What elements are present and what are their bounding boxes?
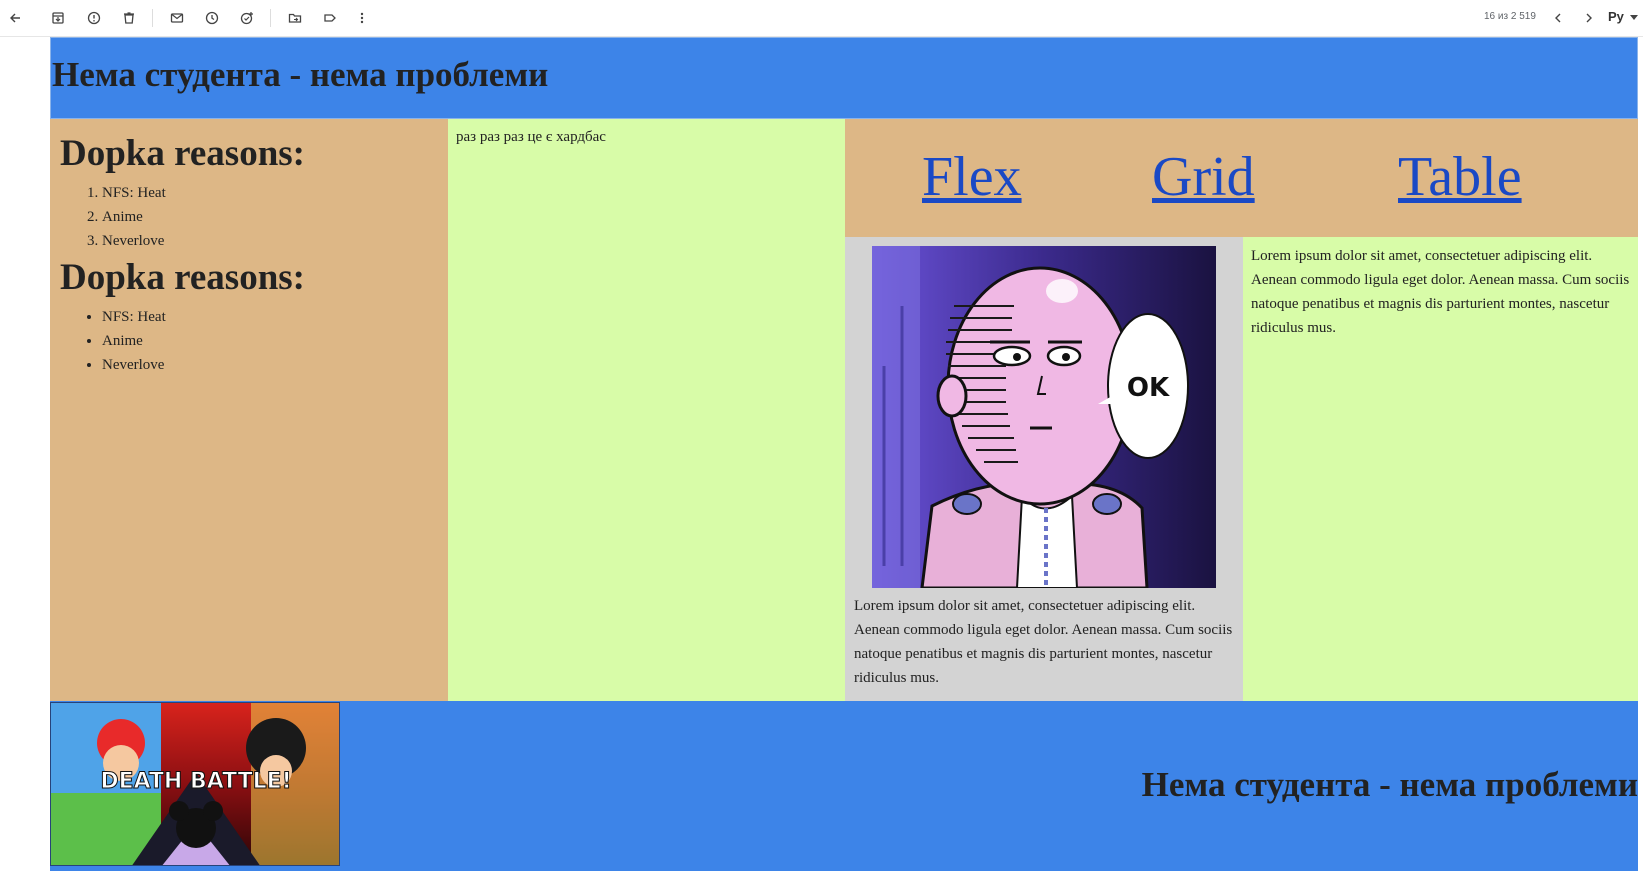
hardbass-text: раз раз раз це є хардбас: [456, 129, 606, 145]
toolbar-divider: [152, 9, 153, 27]
next-icon[interactable]: [1577, 6, 1601, 30]
back-arrow-icon[interactable]: [3, 6, 27, 30]
nav-link-grid[interactable]: Grid: [1152, 145, 1255, 209]
snooze-icon[interactable]: [200, 6, 224, 30]
nav-bar: Flex Grid Table: [845, 119, 1638, 237]
toolbar-divider: [270, 9, 271, 27]
list-item: Neverlove: [102, 353, 166, 377]
footer-title: Нема студента - нема проблеми: [1141, 765, 1638, 804]
input-language-selector[interactable]: Ру: [1608, 9, 1624, 24]
reasons-unordered-list: NFS: Heat Anime Neverlove: [60, 305, 166, 377]
banner-title: DEATH BATTLE!: [100, 769, 291, 794]
hardbass-column: раз раз раз це є хардбас: [448, 119, 845, 701]
mark-unread-icon[interactable]: [165, 6, 189, 30]
side-text-column: Lorem ipsum dolor sit amet, consectetuer…: [1243, 237, 1638, 701]
message-counter: 16 из 2 519: [1484, 11, 1536, 22]
side-description: Lorem ipsum dolor sit amet, consectetuer…: [1251, 248, 1630, 336]
list-item: Anime: [102, 205, 166, 229]
mail-toolbar: 16 из 2 519 Ру: [0, 0, 1643, 37]
list-item: NFS: Heat: [102, 181, 166, 205]
more-vert-icon[interactable]: [350, 6, 374, 30]
chevron-down-icon[interactable]: [1630, 15, 1638, 21]
email-body: Нема студента - нема проблеми Dopka reas…: [50, 37, 1638, 871]
reasons-heading-unordered: Dopka reasons:: [60, 257, 305, 298]
death-battle-banner: DEATH BATTLE!: [50, 702, 340, 866]
list-item: Neverlove: [102, 229, 166, 253]
saitama-ok-image: OK: [872, 246, 1216, 588]
page-header: Нема студента - нема проблеми: [50, 37, 1638, 119]
card-description: Lorem ipsum dolor sit amet, consectetuer…: [854, 598, 1233, 686]
nav-link-flex[interactable]: Flex: [922, 145, 1022, 209]
label-icon[interactable]: [318, 6, 342, 30]
delete-icon[interactable]: [117, 6, 141, 30]
reasons-ordered-list: NFS: Heat Anime Neverlove: [60, 181, 166, 253]
page-title: Нема студента - нема проблеми: [52, 55, 549, 94]
add-task-icon[interactable]: [235, 6, 259, 30]
page-footer: DEATH BATTLE! Нема студента - нема пробл…: [50, 701, 1638, 871]
reasons-column: Dopka reasons: NFS: Heat Anime Neverlove…: [50, 119, 448, 701]
saitama-card: OK Lorem ipsum dolor sit amet, consectet…: [845, 237, 1243, 701]
move-to-icon[interactable]: [283, 6, 307, 30]
report-spam-icon[interactable]: [82, 6, 106, 30]
list-item: Anime: [102, 329, 166, 353]
reasons-heading-ordered: Dopka reasons:: [60, 133, 305, 174]
speech-bubble-text: OK: [1127, 373, 1170, 403]
archive-icon[interactable]: [46, 6, 70, 30]
list-item: NFS: Heat: [102, 305, 166, 329]
prev-icon[interactable]: [1546, 6, 1570, 30]
nav-link-table[interactable]: Table: [1398, 145, 1522, 209]
